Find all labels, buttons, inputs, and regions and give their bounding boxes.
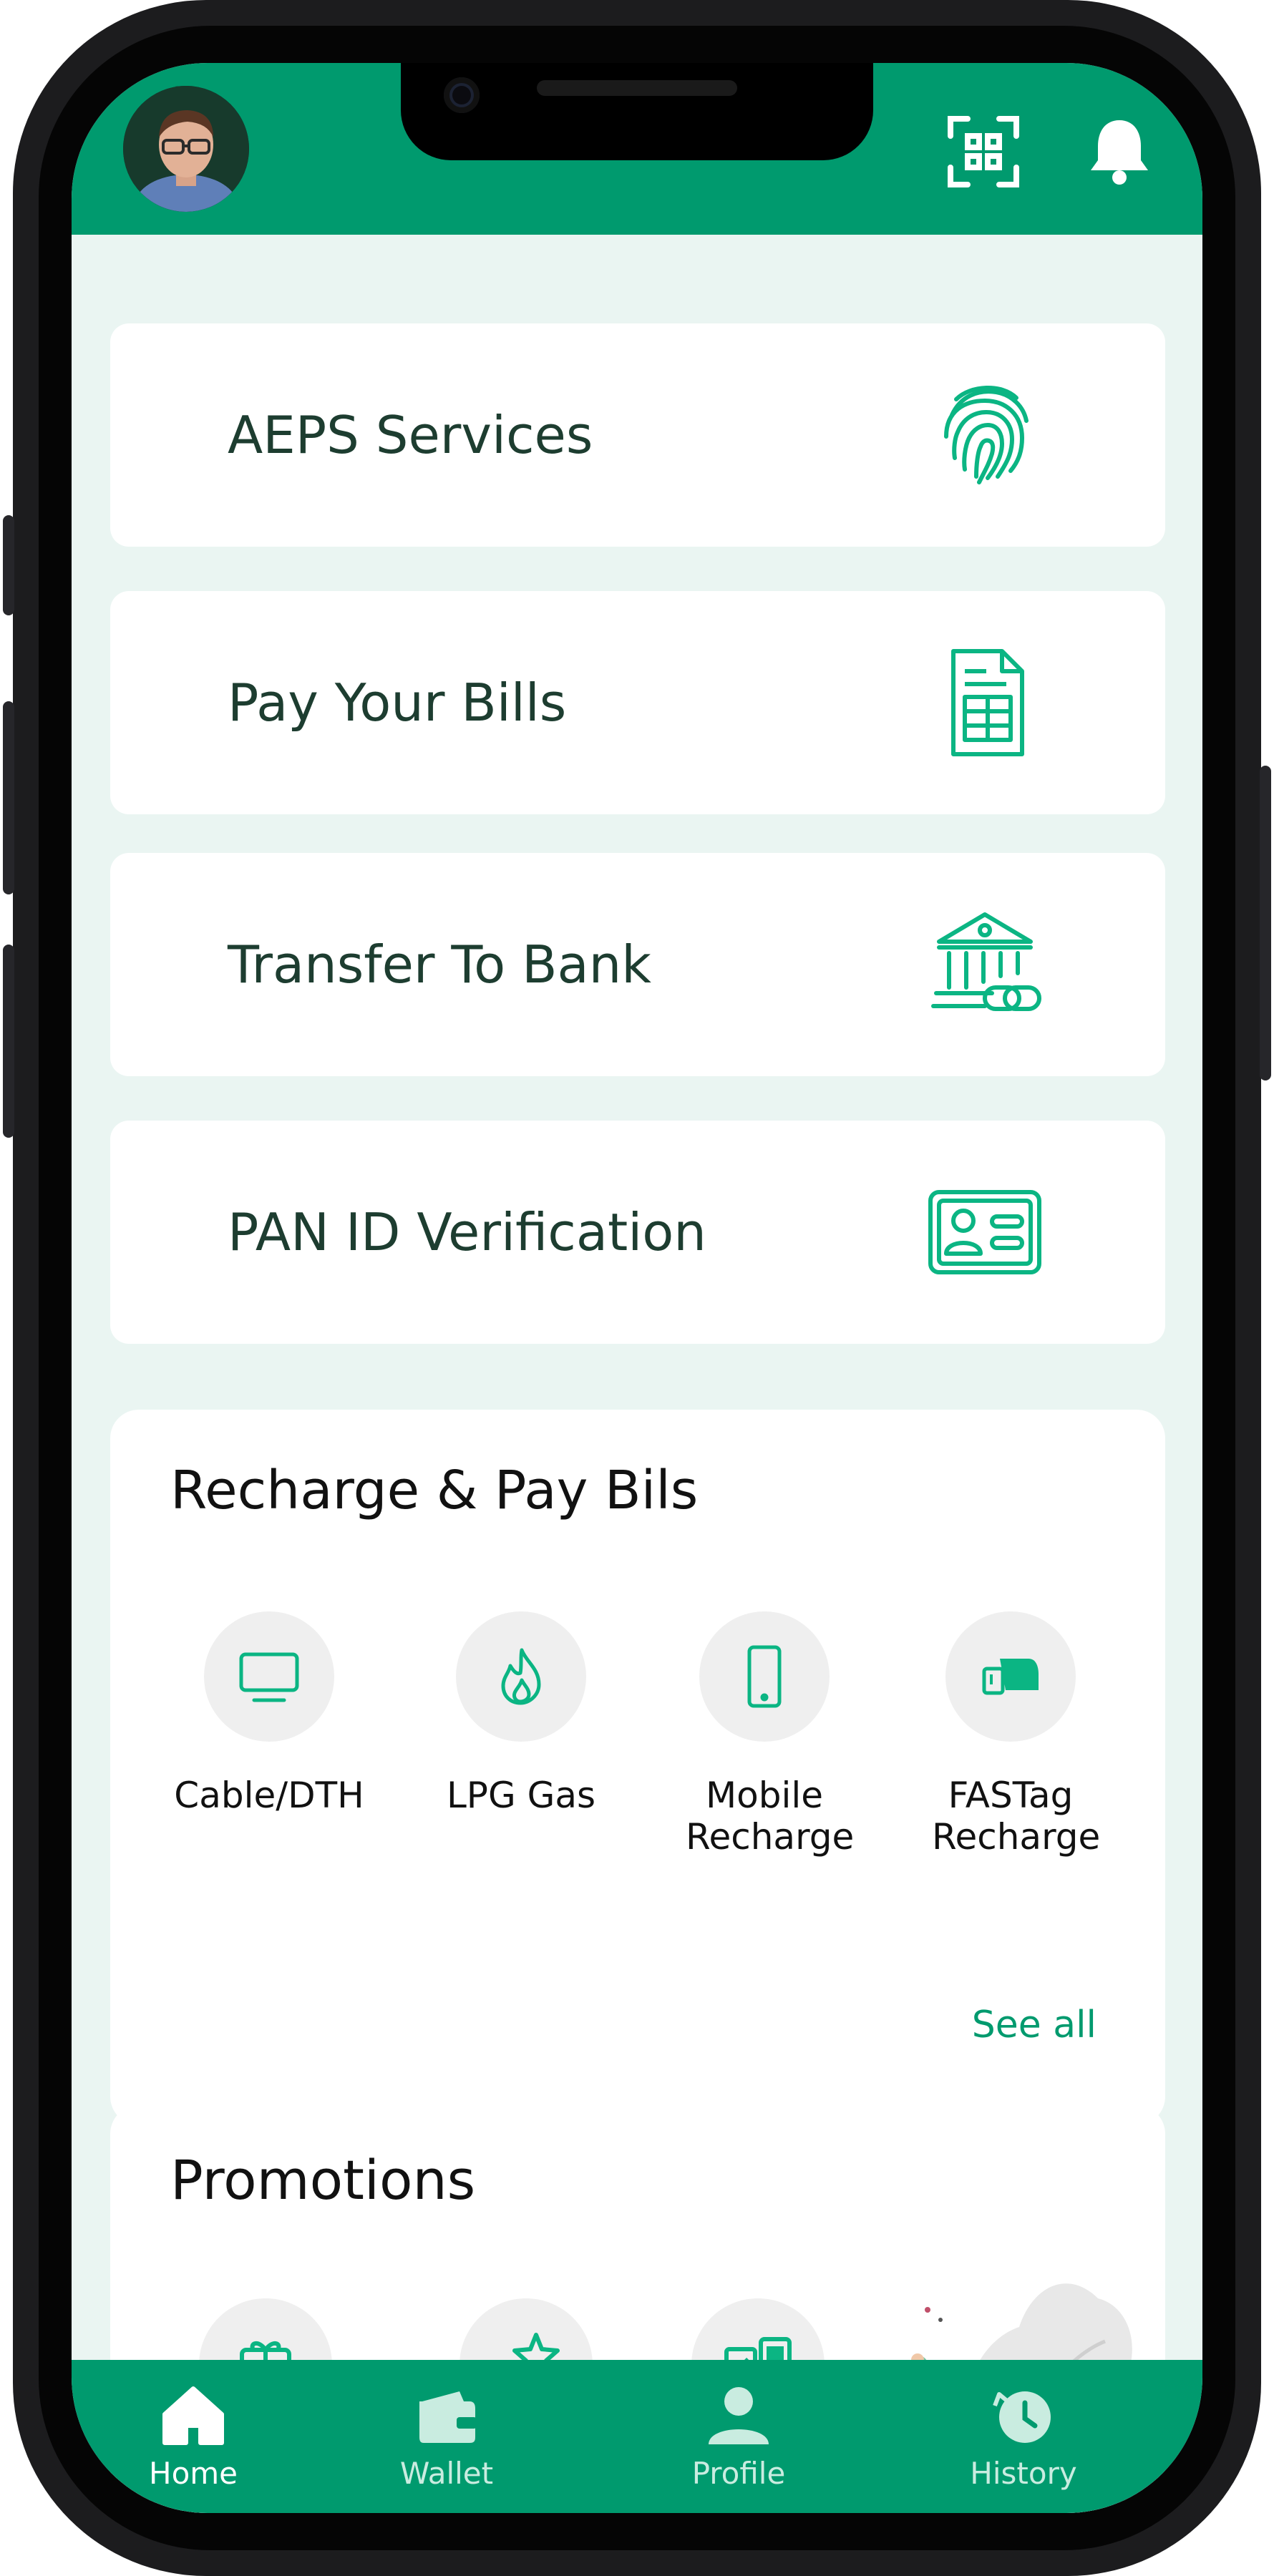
service-label: AEPS Services xyxy=(228,405,593,465)
service-label: Pay Your Bills xyxy=(228,673,567,733)
nav-label: Wallet xyxy=(399,2456,494,2491)
mobile-icon xyxy=(699,1611,830,1742)
wallet-icon xyxy=(412,2381,481,2450)
profile-icon xyxy=(704,2381,773,2450)
service-card-pan[interactable]: PAN ID Verification xyxy=(110,1121,1165,1344)
service-label: PAN ID Verification xyxy=(228,1202,706,1262)
nav-profile[interactable]: Profile xyxy=(631,2360,846,2513)
fingerprint-icon xyxy=(928,378,1042,492)
history-icon xyxy=(989,2381,1058,2450)
app-screen: AEPS Services Pay Your Bills Transfer To… xyxy=(72,63,1202,2513)
bottom-navigation: Home Wallet Profile History xyxy=(72,2360,1202,2513)
nav-wallet[interactable]: Wallet xyxy=(339,2360,554,2513)
recharge-item-fastag[interactable]: FASTag Recharge xyxy=(889,1611,1132,1858)
user-avatar[interactable] xyxy=(123,86,249,212)
service-card-bills[interactable]: Pay Your Bills xyxy=(110,591,1165,814)
service-card-aeps[interactable]: AEPS Services xyxy=(110,323,1165,547)
phone-power-button xyxy=(1260,766,1271,1080)
bill-document-icon xyxy=(928,645,1042,760)
home-icon xyxy=(159,2381,228,2450)
phone-notch xyxy=(401,63,873,160)
nav-label: History xyxy=(970,2456,1077,2491)
nav-label: Home xyxy=(148,2456,238,2491)
scan-qr-icon[interactable] xyxy=(946,114,1021,189)
phone-side-button xyxy=(3,515,14,615)
recharge-panel: Recharge & Pay Bils Cable/DTH LPG Gas Mo… xyxy=(110,1410,1165,2125)
phone-volume-down xyxy=(3,945,14,1138)
front-camera xyxy=(444,77,480,113)
flame-icon xyxy=(456,1611,586,1742)
tv-icon xyxy=(204,1611,334,1742)
id-card-icon xyxy=(928,1175,1042,1289)
phone-volume-up xyxy=(3,701,14,894)
service-label: Transfer To Bank xyxy=(228,935,651,995)
bell-icon[interactable] xyxy=(1082,113,1157,187)
recharge-item-lpg[interactable]: LPG Gas xyxy=(399,1611,643,1816)
promotions-title: Promotions xyxy=(170,2148,476,2212)
nav-label: Profile xyxy=(691,2456,786,2491)
nav-home[interactable]: Home xyxy=(86,2360,301,2513)
fastag-icon xyxy=(945,1611,1076,1742)
recharge-item-mobile[interactable]: Mobile Recharge xyxy=(643,1611,886,1858)
recharge-item-label: LPG Gas xyxy=(446,1775,596,1816)
phone-speaker xyxy=(537,80,737,96)
recharge-item-label: FASTag Recharge xyxy=(932,1775,1101,1858)
bank-link-icon xyxy=(928,907,1042,1022)
recharge-item-label: Mobile Recharge xyxy=(686,1775,855,1858)
recharge-title: Recharge & Pay Bils xyxy=(170,1460,699,1521)
recharge-item-cable[interactable]: Cable/DTH xyxy=(147,1611,391,1816)
service-card-transfer[interactable]: Transfer To Bank xyxy=(110,853,1165,1076)
nav-history[interactable]: History xyxy=(916,2360,1131,2513)
recharge-item-label: Cable/DTH xyxy=(174,1775,364,1816)
see-all-link[interactable]: See all xyxy=(972,2004,1096,2046)
